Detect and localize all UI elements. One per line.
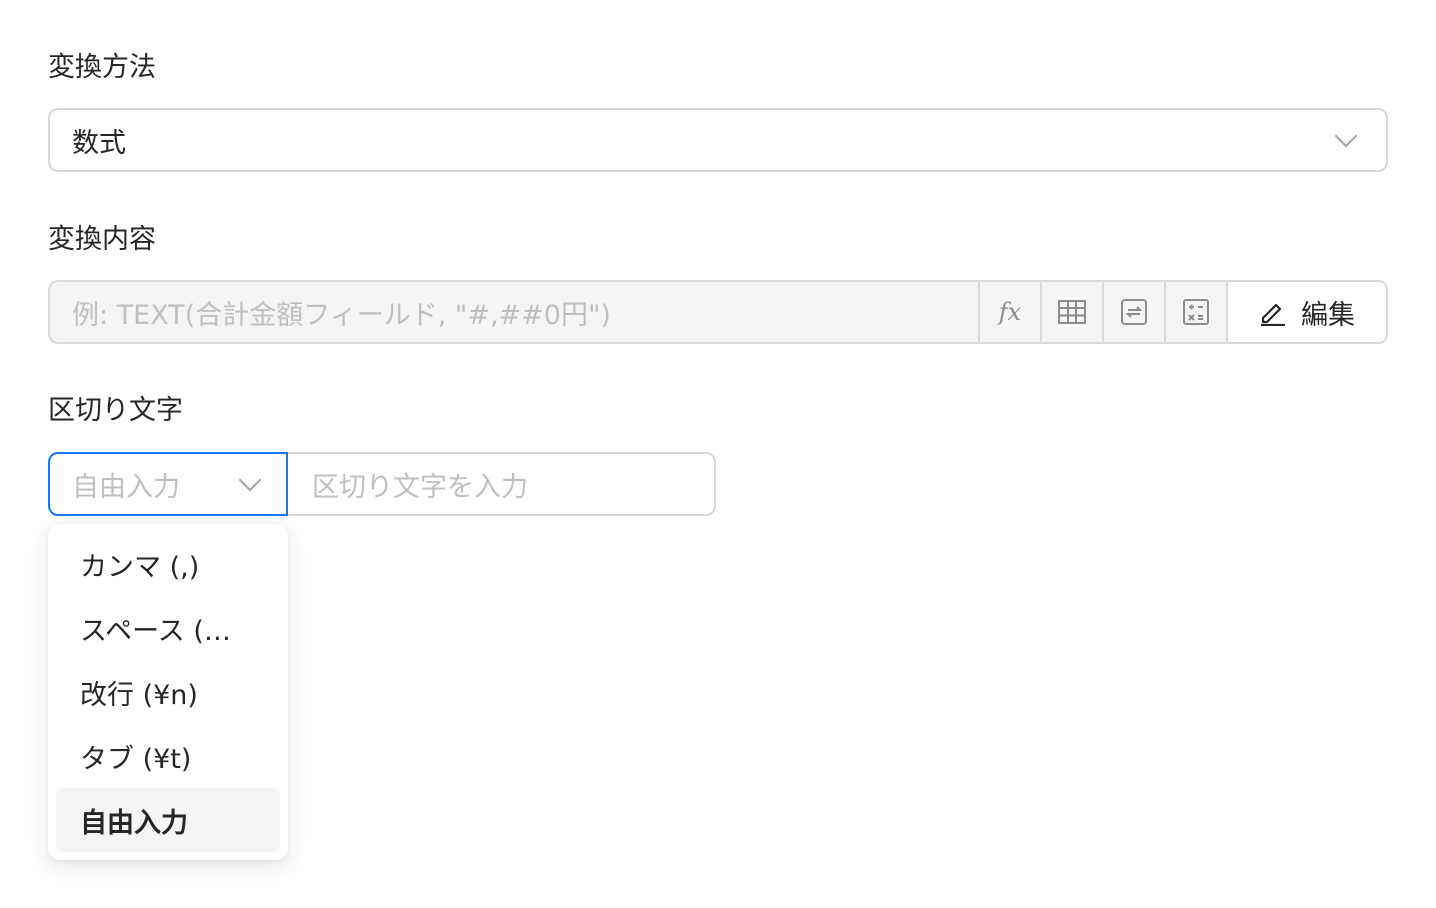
calculator-button[interactable] [1164,282,1226,342]
edit-label: 編集 [1301,299,1355,331]
pencil-icon [1261,303,1285,326]
separator-label: 区切り文字 [48,395,183,426]
table-button[interactable] [1040,282,1102,342]
edit-button[interactable]: 編集 [1226,282,1386,342]
chevron-down-icon [238,468,262,492]
formula-input[interactable]: 例: TEXT(合計金額フィールド, "#,##0円") [50,282,978,342]
option-free-input[interactable]: 自由入力 [56,788,280,852]
form-root: 変換方法 数式 変換内容 例: TEXT(合計金額フィールド, "#,##0円"… [0,0,1436,908]
convert-icon [1121,299,1147,325]
convert-button[interactable] [1102,282,1164,342]
fx-icon: fx [998,298,1022,326]
separator-type-select[interactable]: 自由入力 [48,452,288,516]
conversion-content-label: 変換内容 [48,224,156,255]
calculator-icon [1183,299,1209,325]
conversion-method-select[interactable]: 数式 [48,108,1388,172]
option-space[interactable]: スペース (… [56,596,280,660]
conversion-method-value: 数式 [72,127,126,159]
formula-field: 例: TEXT(合計金額フィールド, "#,##0円") fx 編集 [48,280,1388,344]
table-icon [1058,300,1086,324]
separator-input[interactable]: 区切り文字を入力 [286,452,716,516]
option-newline[interactable]: 改行 (¥n) [56,660,280,724]
separator-dropdown: カンマ (,) スペース (… 改行 (¥n) タブ (¥t) 自由入力 [48,524,288,860]
conversion-method-label: 変換方法 [48,52,156,83]
fx-button[interactable]: fx [978,282,1040,342]
option-comma[interactable]: カンマ (,) [56,532,280,596]
option-tab[interactable]: タブ (¥t) [56,724,280,788]
separator-type-value: 自由入力 [72,471,180,503]
chevron-down-icon [1334,124,1358,148]
